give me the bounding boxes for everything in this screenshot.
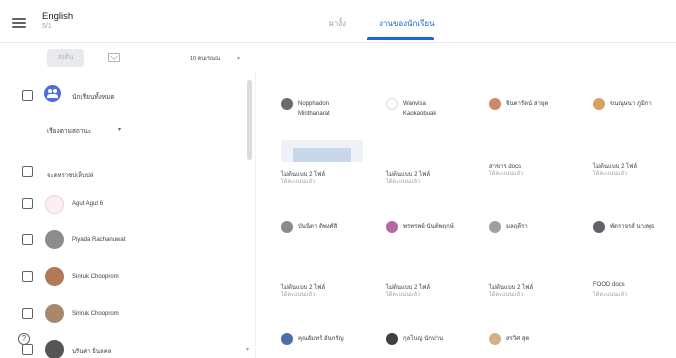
- student-checkbox[interactable]: [22, 198, 33, 209]
- scrollbar[interactable]: [247, 80, 252, 160]
- student-name[interactable]: นรินศา ธิ่นลคล: [72, 346, 111, 356]
- status-text: ได้คะแนนแล้ว: [489, 292, 524, 298]
- avatar: [386, 221, 398, 233]
- student-checkbox[interactable]: [22, 344, 33, 355]
- student-checkbox[interactable]: [22, 166, 33, 177]
- student-count-select[interactable]: 10 คนเรณณ: [190, 55, 220, 63]
- scroll-down-icon[interactable]: ▾: [246, 346, 249, 353]
- status-text: ได้คะแนนแล้ว: [489, 171, 524, 177]
- student-name[interactable]: Piyada Rachanuwat: [72, 237, 125, 243]
- file-thumbnail: [281, 140, 363, 162]
- menu-icon[interactable]: [12, 18, 26, 28]
- student-name[interactable]: Agut Agut 6: [72, 201, 103, 207]
- select-all-checkbox[interactable]: [22, 90, 33, 101]
- card-student-name: บันนิตา ติพงศ์สิ: [298, 224, 338, 230]
- student-checkbox[interactable]: [22, 271, 33, 282]
- avatar: [593, 98, 605, 110]
- card-student-name: กุลโบญ่ นักปาน: [403, 336, 444, 342]
- status-text: ได้คะแนนแล้ว: [281, 179, 316, 185]
- card-student-name: ขนณุษนา ภูมิกา: [610, 101, 652, 107]
- help-icon[interactable]: ?: [18, 333, 30, 345]
- attachment-name: FOOD docs: [593, 282, 625, 288]
- avatar: [45, 195, 64, 214]
- avatar: [489, 333, 501, 345]
- group-icon: [44, 85, 61, 102]
- card-student-name: Nopphadon: [298, 101, 330, 107]
- status-text: ได้คะแนนแล้ว: [593, 171, 628, 177]
- avatar: [45, 230, 64, 249]
- avatar: [45, 304, 64, 323]
- status-text: ได้คะแนนแล้ว: [386, 292, 421, 298]
- card-student-name: สรวิศ สุต: [506, 336, 530, 342]
- card-student-name: คุณอัมทร์ อันกรัญ: [298, 336, 344, 342]
- chevron-down-icon[interactable]: ▾: [118, 126, 121, 133]
- card-student-name: พรทรพย์ นันต์พฤกษ์: [403, 224, 454, 230]
- avatar: [281, 221, 293, 233]
- avatar: [386, 98, 398, 110]
- student-name[interactable]: Siriruk Chooprom: [72, 274, 119, 280]
- avatar: [281, 333, 293, 345]
- app-header: English 5/1 ผางั้ง งานของนักเรียน: [0, 0, 676, 44]
- card-student-name-2: Minthanarat: [298, 111, 330, 117]
- sort-dropdown[interactable]: เรียงตามสถานะ: [47, 126, 91, 136]
- student-name[interactable]: จะดหราชปเห็บปล่: [47, 170, 93, 180]
- student-checkbox[interactable]: [22, 308, 33, 319]
- card-student-name: จินดารัตน์ ล่ายุต: [506, 101, 549, 107]
- status-text: ได้คะแนนแล้ว: [593, 292, 628, 298]
- card-student-name: มลฤดีรา: [506, 224, 528, 230]
- class-title[interactable]: English: [42, 11, 73, 22]
- avatar: [489, 221, 501, 233]
- avatar: [281, 98, 293, 110]
- student-checkbox[interactable]: [22, 234, 33, 245]
- status-text: ได้คะแนนแล้ว: [281, 292, 316, 298]
- card-student-name-2: Kaokaobuak: [403, 111, 437, 117]
- avatar: [593, 221, 605, 233]
- avatar: [45, 267, 64, 286]
- tab-instructions[interactable]: ผางั้ง: [329, 17, 346, 30]
- avatar: [386, 333, 398, 345]
- status-text: ได้คะแนนแล้ว: [386, 179, 421, 185]
- return-button[interactable]: ส่งคืน: [47, 49, 84, 67]
- chevron-down-icon[interactable]: ▾: [237, 55, 240, 62]
- all-students-label: นักเรียนทั้งหมด: [72, 94, 115, 101]
- avatar: [45, 340, 64, 358]
- active-tab-indicator: [367, 37, 434, 40]
- tab-student-work[interactable]: งานของนักเรียน: [379, 17, 435, 30]
- avatar: [489, 98, 501, 110]
- email-icon[interactable]: [108, 53, 120, 62]
- student-name[interactable]: Siriruk Chooprom: [72, 311, 119, 317]
- card-student-name: Wanvisa: [403, 101, 426, 107]
- class-section: 5/1: [42, 23, 52, 30]
- card-student-name: พัดราจรส์ นางพุธ: [610, 224, 655, 230]
- header-divider: [0, 42, 676, 43]
- panel-divider: [255, 70, 256, 358]
